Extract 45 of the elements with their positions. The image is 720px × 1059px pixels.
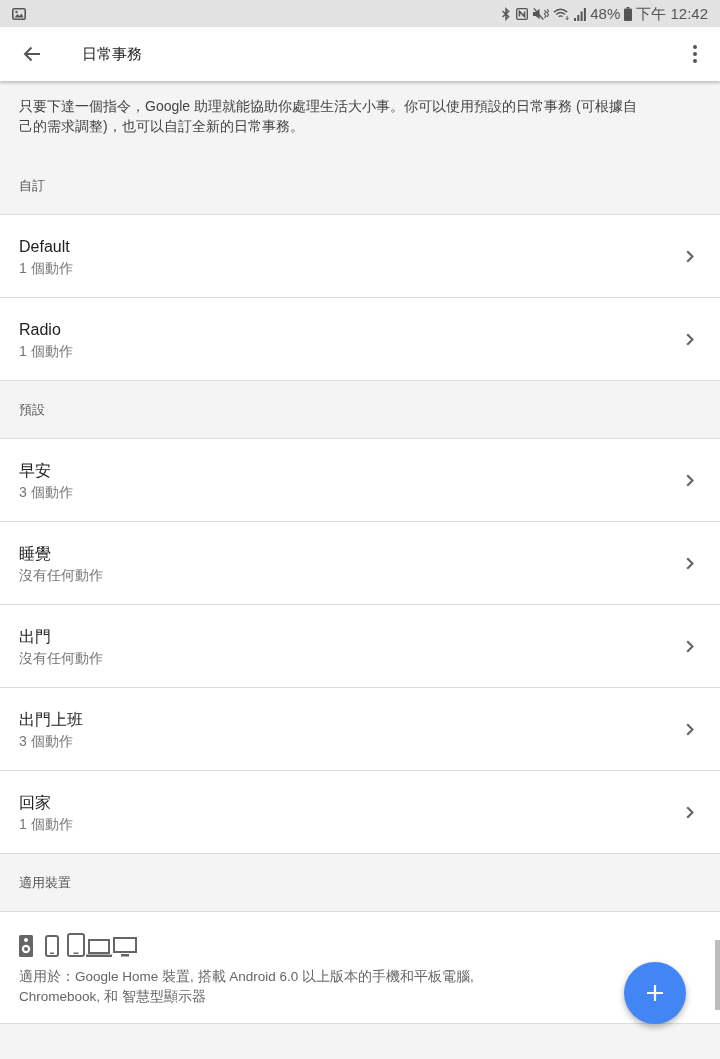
monitor-icon [113, 937, 137, 957]
section-header: 自訂 [19, 176, 45, 195]
signal-icon [574, 6, 587, 21]
plus-icon [647, 985, 663, 1001]
section-header: 適用裝置 [19, 873, 71, 892]
chevron-right-icon [686, 249, 694, 263]
wifi-icon [553, 6, 571, 21]
description-text: 只要下達一個指令，Google 助理就能協助你處理生活大小事。你可以使用預設的日常事務 (可根據自己的需求調整)，也可以自訂全新的日常事務。 [19, 97, 638, 136]
routine-title: 睡覺 [19, 543, 52, 564]
phone-icon [45, 935, 59, 957]
chevron-right-icon [686, 473, 694, 487]
more-vertical-icon [693, 45, 697, 63]
laptop-icon [86, 939, 112, 957]
tablet-icon [67, 933, 85, 957]
image-icon [12, 7, 26, 20]
back-arrow-icon [23, 46, 41, 62]
page-title: 日常事務 [82, 44, 143, 64]
action-count: 3 個動作 [19, 482, 74, 502]
routine-title: 早安 [19, 460, 52, 481]
routine-title: 出門 [19, 626, 52, 647]
chevron-right-icon [686, 639, 694, 653]
mute-icon [532, 6, 550, 21]
routine-title: Radio [19, 319, 62, 340]
action-count: 沒有任何動作 [19, 648, 104, 668]
chevron-right-icon [686, 332, 694, 346]
battery-icon [624, 6, 633, 21]
routine-title: Default [19, 236, 71, 257]
battery-percent: 48% [590, 4, 621, 23]
bluetooth-icon [500, 6, 513, 21]
clock-time: 下午 12:42 [636, 4, 708, 23]
chevron-right-icon [686, 556, 694, 570]
routine-title: 回家 [19, 792, 52, 813]
action-count: 1 個動作 [19, 341, 74, 361]
speaker-icon [19, 935, 33, 957]
chevron-right-icon [686, 805, 694, 819]
routine-title: 出門上班 [19, 709, 84, 730]
action-count: 1 個動作 [19, 814, 74, 834]
scrollbar-thumb[interactable] [715, 940, 720, 1010]
action-count: 3 個動作 [19, 731, 74, 751]
action-count: 沒有任何動作 [19, 565, 104, 585]
nfc-icon [516, 6, 529, 21]
supported-devices-text: 適用於：Google Home 裝置, 搭載 Android 6.0 以上版本的手機和平板電腦, Chromebook, 和 智慧型顯示器 [19, 968, 475, 1006]
section-header: 預設 [19, 400, 45, 419]
chevron-right-icon [686, 722, 694, 736]
action-count: 1 個動作 [19, 258, 74, 278]
